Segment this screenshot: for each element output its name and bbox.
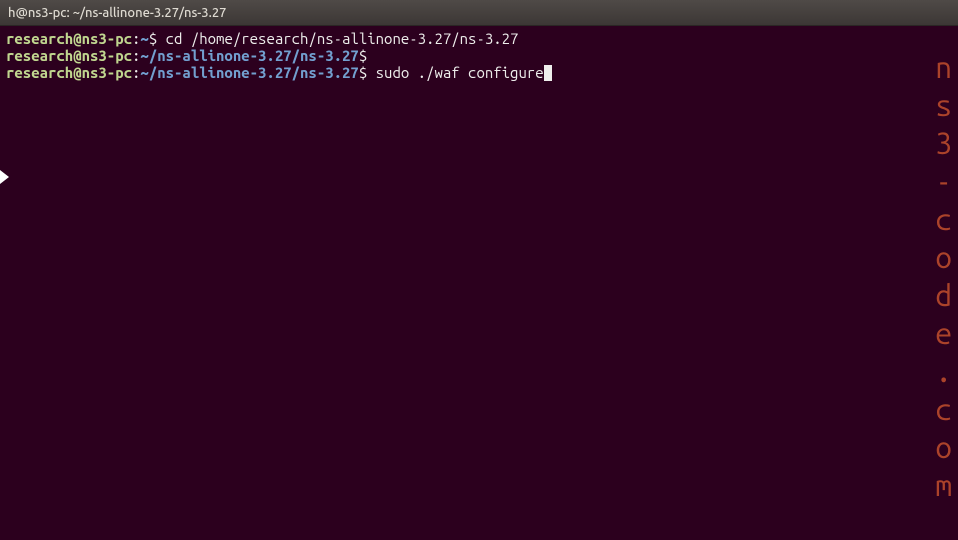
cursor: [544, 65, 552, 81]
prompt-dollar: $: [149, 30, 166, 47]
watermark-char: 3: [935, 124, 952, 162]
prompt-dollar: $: [359, 64, 376, 81]
watermark-char: c: [935, 200, 952, 238]
watermark-char: o: [935, 238, 952, 276]
prompt-path: ~/ns-allinone-3.27/ns-3.27: [140, 47, 358, 64]
watermark-char: -: [935, 162, 952, 200]
prompt-user: research@ns3-pc: [6, 64, 132, 81]
prompt-user: research@ns3-pc: [6, 30, 132, 47]
watermark-char: s: [935, 86, 952, 124]
left-arrow-indicator: [0, 170, 9, 184]
watermark-char: n: [935, 48, 952, 86]
watermark-char: o: [935, 428, 952, 466]
prompt-dollar: $: [359, 47, 367, 64]
watermark-char: d: [935, 276, 952, 314]
terminal-line: research@ns3-pc:~/ns-allinone-3.27/ns-3.…: [6, 47, 367, 64]
terminal-line: research@ns3-pc:~/ns-allinone-3.27/ns-3.…: [6, 64, 552, 81]
terminal-output[interactable]: research@ns3-pc:~$ cd /home/research/ns-…: [0, 26, 958, 85]
window-titlebar[interactable]: h@ns3-pc: ~/ns-allinone-3.27/ns-3.27: [0, 0, 958, 26]
prompt-user: research@ns3-pc: [6, 47, 132, 64]
watermark-text: n s 3 - c o d e . c o m: [935, 48, 952, 504]
terminal-line: research@ns3-pc:~$ cd /home/research/ns-…: [6, 30, 518, 47]
watermark-char: e: [935, 314, 952, 352]
command-text: sudo ./waf configure: [376, 64, 544, 81]
watermark-char: .: [935, 352, 952, 390]
prompt-path: ~/ns-allinone-3.27/ns-3.27: [140, 64, 358, 81]
prompt-path: ~: [140, 30, 148, 47]
command-text: cd /home/research/ns-allinone-3.27/ns-3.…: [166, 30, 519, 47]
watermark-char: c: [935, 390, 952, 428]
watermark-char: m: [935, 466, 952, 504]
window-title: h@ns3-pc: ~/ns-allinone-3.27/ns-3.27: [8, 6, 226, 20]
